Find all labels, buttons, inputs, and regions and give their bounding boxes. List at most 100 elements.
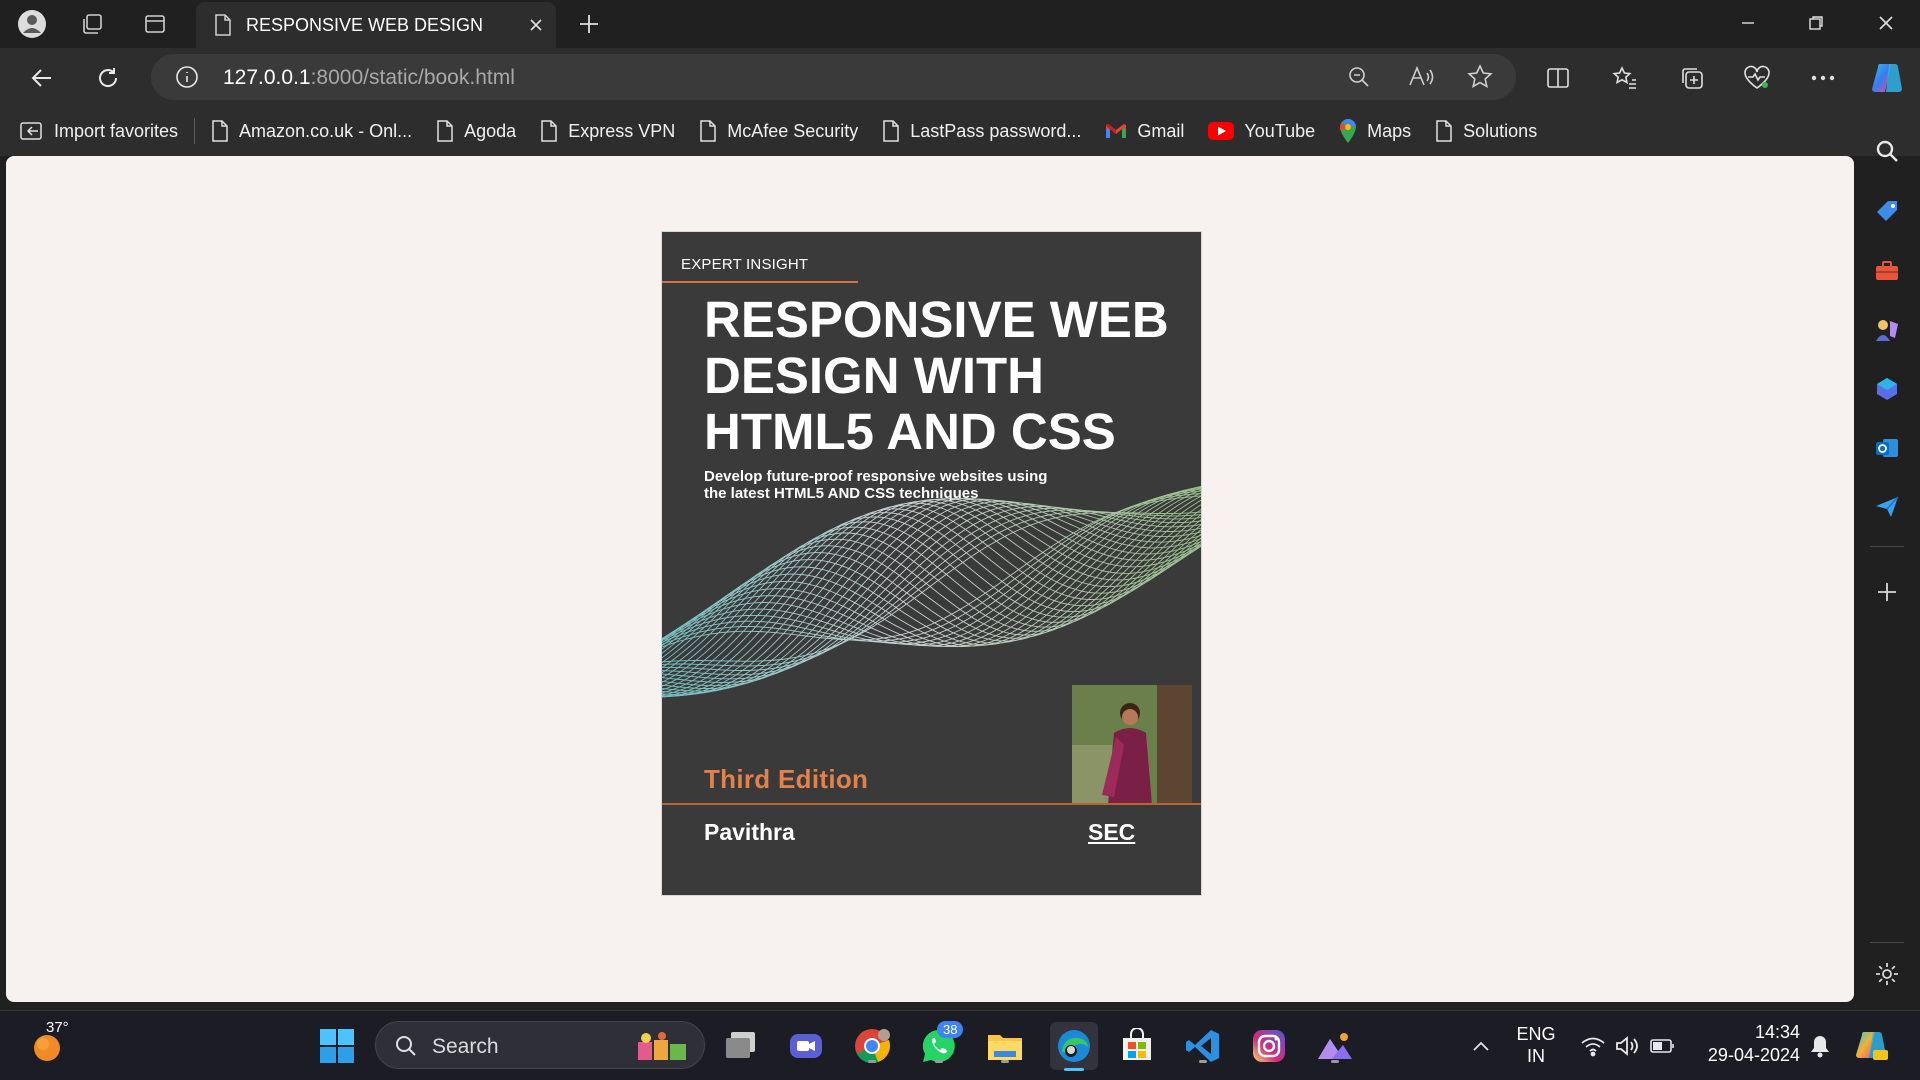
bookmark-youtube[interactable]: YouTube [1208, 121, 1315, 142]
sidebar-settings-icon[interactable] [1872, 959, 1902, 989]
search-highlights-icon [638, 1032, 686, 1060]
bookmark-separator [194, 118, 196, 144]
running-indicator [935, 1060, 943, 1063]
bookmark-mcafee[interactable]: McAfee Security [699, 120, 858, 142]
wave-line [662, 519, 1201, 674]
cover-publisher: SEC [1088, 819, 1136, 845]
collections-icon[interactable] [1675, 61, 1709, 95]
workspaces-icon[interactable] [76, 8, 108, 40]
bookmark-maps[interactable]: Maps [1339, 119, 1411, 143]
send-icon[interactable] [1872, 492, 1902, 522]
page-icon [541, 120, 557, 142]
web-page-content: EXPERT INSIGHT RESPONSIVE WEB DESIGN WIT… [6, 156, 1854, 1002]
games-icon[interactable] [1872, 315, 1902, 345]
chrome-icon[interactable] [851, 1025, 893, 1067]
search-icon [396, 1036, 416, 1056]
battery-icon[interactable] [1642, 1025, 1684, 1067]
outlook-icon[interactable] [1872, 433, 1902, 463]
bookmark-amazon[interactable]: Amazon.co.uk - Onl... [211, 120, 412, 142]
wave-line [662, 490, 1201, 643]
copilot-icon[interactable] [1870, 61, 1904, 95]
taskbar-search[interactable]: Search [375, 1021, 705, 1069]
running-indicator [1331, 1060, 1339, 1063]
bookmark-gmail[interactable]: Gmail [1105, 121, 1184, 142]
edge-icon[interactable] [1050, 1022, 1098, 1071]
active-tab[interactable]: RESPONSIVE WEB DESIGN [196, 2, 556, 48]
gmail-icon [1106, 124, 1127, 138]
title-bar: RESPONSIVE WEB DESIGN [0, 0, 1920, 48]
running-indicator [1199, 1060, 1207, 1063]
bookmark-lastpass[interactable]: LastPass password... [882, 120, 1081, 142]
bookmark-agoda[interactable]: Agoda [436, 120, 516, 142]
favorites-bar: Import favorites Amazon.co.uk - Onl... A… [0, 106, 1920, 156]
task-view-icon[interactable] [720, 1025, 762, 1067]
cover-divider [662, 803, 1201, 805]
site-info-icon[interactable] [175, 65, 199, 89]
sidebar-separator [1870, 546, 1904, 547]
bookmark-import-favorites[interactable]: Import favorites [20, 120, 178, 142]
zoom-out-icon[interactable] [1347, 65, 1371, 89]
page-icon [437, 120, 453, 142]
favorites-icon[interactable] [1608, 61, 1642, 95]
minimize-icon[interactable] [1714, 0, 1782, 46]
file-explorer-icon[interactable] [984, 1025, 1026, 1067]
notifications-bell-icon[interactable] [1799, 1025, 1841, 1067]
read-aloud-icon[interactable] [1408, 65, 1434, 89]
search-placeholder: Search [432, 1035, 499, 1058]
back-icon[interactable] [25, 61, 59, 95]
microsoft-store-icon[interactable] [1116, 1025, 1158, 1067]
clock[interactable]: 14:34 29-04-2024 [1690, 1021, 1800, 1067]
split-screen-icon[interactable] [1541, 61, 1575, 95]
sidebar-search-icon[interactable] [1872, 136, 1902, 166]
active-indicator [1064, 1068, 1084, 1071]
cover-edition: Third Edition [704, 764, 869, 794]
shopping-tag-icon[interactable] [1872, 197, 1902, 227]
cover-series-underline [662, 281, 858, 283]
running-indicator [868, 1060, 876, 1063]
more-options-icon[interactable] [1806, 61, 1840, 95]
favorite-star-icon[interactable] [1467, 64, 1493, 90]
close-tab-icon[interactable] [528, 17, 544, 33]
copilot-sidebar-icon[interactable] [1872, 374, 1902, 404]
running-indicator [1001, 1060, 1009, 1063]
language-indicator[interactable]: ENG IN [1512, 1023, 1560, 1067]
author-photo [1072, 685, 1192, 805]
cover-author: Pavithra [704, 819, 795, 845]
windows-taskbar: 37° Search 38 ENG IN 14:34 29-04-2024 [0, 1010, 1920, 1080]
wave-line [662, 499, 1201, 698]
page-icon [883, 120, 900, 142]
weather-temperature: 37° [46, 1019, 69, 1036]
restore-icon[interactable] [1782, 0, 1850, 46]
page-icon [1436, 120, 1452, 142]
profile-icon[interactable] [16, 8, 48, 40]
navigation-bar: 127.0.0.1:8000/static/book.html [0, 48, 1920, 106]
tab-actions-icon[interactable] [139, 8, 171, 40]
start-button[interactable] [316, 1025, 358, 1067]
show-hidden-icons-chevron[interactable] [1460, 1025, 1502, 1067]
address-bar[interactable]: 127.0.0.1:8000/static/book.html [151, 54, 1516, 100]
page-icon [700, 120, 716, 142]
cover-series-label: EXPERT INSIGHT [681, 256, 809, 273]
photos-icon[interactable] [1314, 1025, 1356, 1067]
add-sidebar-app-icon[interactable] [1872, 577, 1902, 607]
bookmark-express-vpn[interactable]: Express VPN [540, 120, 675, 142]
close-window-icon[interactable] [1852, 0, 1920, 46]
browser-essentials-icon[interactable] [1740, 61, 1774, 95]
vscode-icon[interactable] [1182, 1025, 1224, 1067]
page-icon [215, 14, 231, 36]
copilot-taskbar-icon[interactable] [1850, 1025, 1892, 1067]
maps-icon [1339, 119, 1357, 143]
tools-icon[interactable] [1872, 256, 1902, 286]
youtube-icon [1208, 122, 1235, 140]
bookmark-solutions[interactable]: Solutions [1435, 120, 1537, 142]
tab-title: RESPONSIVE WEB DESIGN [246, 14, 484, 35]
url-text[interactable]: 127.0.0.1:8000/static/book.html [223, 66, 515, 90]
new-tab-icon[interactable] [573, 8, 605, 40]
instagram-icon[interactable] [1248, 1025, 1290, 1067]
book-cover: EXPERT INSIGHT RESPONSIVE WEB DESIGN WIT… [661, 231, 1202, 896]
page-icon [212, 120, 228, 142]
refresh-icon[interactable] [91, 61, 125, 95]
teams-meet-icon[interactable] [785, 1025, 827, 1067]
import-icon [20, 122, 42, 140]
wave-line [662, 505, 1201, 680]
